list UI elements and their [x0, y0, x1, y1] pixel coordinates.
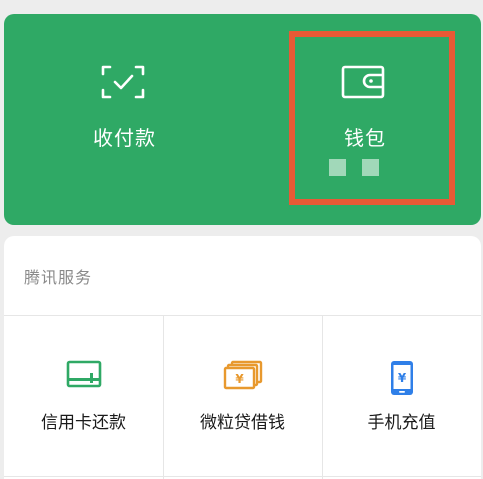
loan-bills-icon: ¥	[223, 360, 262, 390]
service-label: 微粒贷借钱	[200, 413, 285, 433]
wallet-label: 钱包	[344, 126, 386, 150]
divider	[4, 476, 481, 477]
scan-check-icon	[101, 65, 145, 99]
balance-dot	[362, 159, 379, 176]
balance-dot	[329, 159, 346, 176]
wallet-icon	[341, 65, 385, 99]
section-title: 腾讯服务	[24, 268, 93, 287]
receive-pay-button[interactable]: 收付款	[4, 14, 242, 225]
phone-recharge-icon: ¥	[390, 361, 413, 395]
svg-text:¥: ¥	[235, 372, 244, 386]
svg-text:¥: ¥	[397, 371, 406, 385]
service-phone-recharge[interactable]: ¥ 手机充值	[322, 316, 481, 476]
service-label: 信用卡还款	[41, 413, 126, 433]
service-label: 手机充值	[367, 413, 436, 433]
service-credit-card-repay[interactable]: 信用卡还款	[4, 316, 163, 476]
pay-wallet-panel: 收付款 钱包	[4, 14, 481, 225]
credit-card-icon	[66, 360, 101, 388]
wechat-pay-page: 收付款 钱包 腾讯服务 信用卡还款 ¥ 微粒贷借钱 ¥ 手机充值	[0, 0, 483, 479]
wallet-balance-placeholder	[329, 159, 379, 176]
service-weilidai-loan[interactable]: ¥ 微粒贷借钱	[163, 316, 322, 476]
tencent-services-section: 腾讯服务 信用卡还款 ¥ 微粒贷借钱 ¥ 手机充值	[4, 236, 481, 479]
wallet-button[interactable]: 钱包	[242, 14, 480, 225]
receive-pay-label: 收付款	[93, 126, 156, 150]
